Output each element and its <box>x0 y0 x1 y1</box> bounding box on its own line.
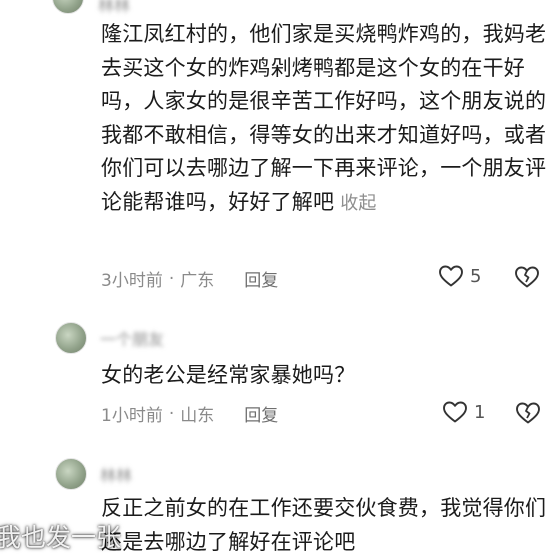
heart-icon <box>439 265 463 287</box>
comment-username[interactable]: 林林 <box>98 0 130 16</box>
avatar[interactable] <box>55 458 87 490</box>
comment-time: 1小时前 <box>101 406 163 426</box>
like-count: 5 <box>470 265 482 287</box>
comment-location: 广东 <box>180 271 215 291</box>
comment-username[interactable]: 一个朋友 <box>100 326 164 350</box>
comment-body: 隆江凤红村的，他们家是买烧鸭炸鸡的，我妈老去买这个女的炸鸡剁烤鸭都是这个女的在干… <box>101 22 547 214</box>
watermark-text: 我也发一张 <box>0 523 122 552</box>
broken-heart-icon[interactable] <box>514 265 540 289</box>
reply-button[interactable]: 回复 <box>244 266 278 291</box>
avatar[interactable] <box>55 322 87 354</box>
comment-meta: 3小时前 · 广东 回复 <box>101 266 278 292</box>
meta-separator: · <box>168 403 175 424</box>
like-button[interactable]: 1 <box>442 400 485 424</box>
avatar[interactable] <box>52 0 84 14</box>
comment-meta: 1小时前 · 山东 回复 <box>101 401 278 427</box>
comment-text: 反正之前女的在工作还要交伙食费，我觉得你们还是去哪边了解好在评论吧 <box>101 492 547 559</box>
heart-icon <box>443 401 467 423</box>
like-count: 1 <box>474 401 486 423</box>
comment-username[interactable]: 林林 <box>100 462 132 486</box>
collapse-link[interactable]: 收起 <box>340 193 376 214</box>
comment-location: 山东 <box>180 406 215 426</box>
comment-text: 隆江凤红村的，他们家是买烧鸭炸鸡的，我妈老去买这个女的炸鸡剁烤鸭都是这个女的在干… <box>101 18 547 221</box>
like-button[interactable]: 5 <box>438 264 481 288</box>
comment-body: 女的老公是经常家暴她吗？ <box>101 363 356 387</box>
reply-button[interactable]: 回复 <box>244 401 278 426</box>
meta-separator: · <box>168 268 175 289</box>
comment-text: 女的老公是经常家暴她吗？ <box>101 359 547 393</box>
comment-body: 反正之前女的在工作还要交伙食费，我觉得你们还是去哪边了解好在评论吧 <box>101 496 547 554</box>
broken-heart-icon[interactable] <box>515 401 541 425</box>
comment-time: 3小时前 <box>101 271 163 291</box>
